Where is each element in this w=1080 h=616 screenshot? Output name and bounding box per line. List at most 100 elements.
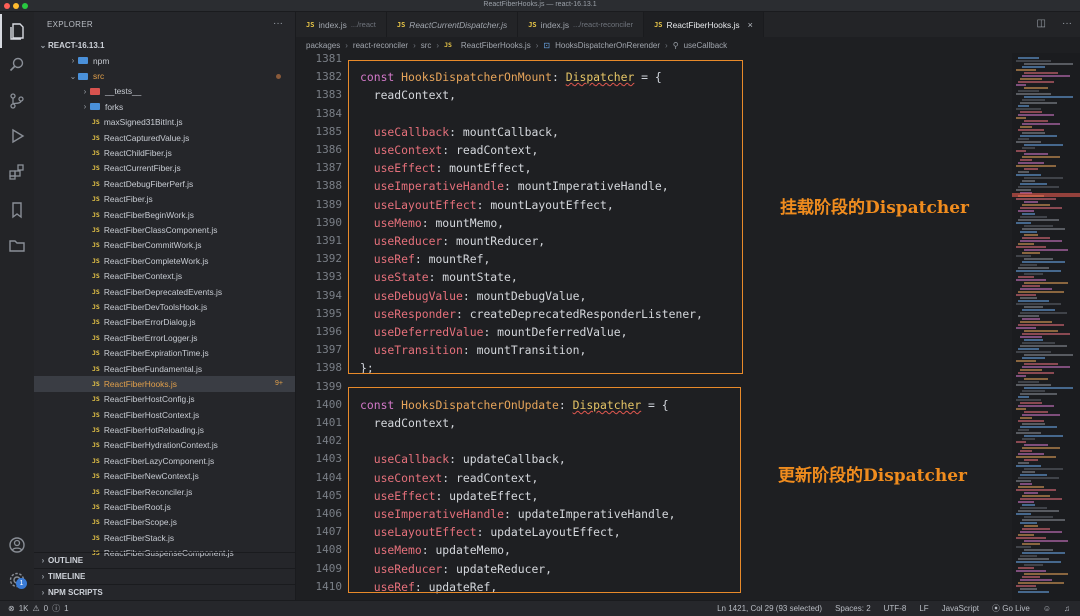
- wrench-icon: ⚲: [672, 40, 679, 50]
- tree-item-label: ReactChildFiber.js: [103, 148, 172, 159]
- minimap-line: [1022, 543, 1040, 545]
- language-mode[interactable]: JavaScript: [942, 604, 979, 613]
- line-number: 1395: [315, 306, 343, 320]
- npm-scripts-section[interactable]: › NPM SCRIPTS: [34, 584, 296, 600]
- tab-react-current-dispatcher[interactable]: JS ReactCurrentDispatcher.js: [387, 12, 519, 37]
- minimap-line: [1016, 279, 1046, 281]
- tree-file[interactable]: JS ReactFiberBeginWork.js: [34, 207, 295, 222]
- tree-folder[interactable]: › forks: [34, 99, 295, 114]
- tree-item-label: ReactFiberHostContext.js: [103, 409, 200, 420]
- notifications-bell-icon[interactable]: ♫: [1064, 604, 1070, 613]
- cursor-position[interactable]: Ln 1421, Col 29 (93 selected): [717, 604, 822, 613]
- minimap-line: [1020, 231, 1037, 233]
- more-actions-icon[interactable]: ···: [273, 18, 283, 29]
- tree-file[interactable]: JS ReactFiberDevToolsHook.js: [34, 299, 295, 314]
- timeline-section[interactable]: › TIMELINE: [34, 568, 296, 584]
- minimap-viewport[interactable]: [1012, 193, 1080, 197]
- tree-file[interactable]: JS ReactFiberCommitWork.js: [34, 238, 295, 253]
- code-editor[interactable]: 1410 useRef: updateRef, 1409 useReducer: …: [296, 53, 1012, 600]
- outline-section[interactable]: › OUTLINE: [34, 552, 296, 568]
- minimap-line: [1020, 507, 1047, 509]
- tree-file[interactable]: JS ReactChildFiber.js: [34, 145, 295, 160]
- minimap-line: [1018, 429, 1029, 431]
- tree-file[interactable]: JS ReactFiberLazyComponent.js: [34, 453, 295, 468]
- tab-index-react-reconciler[interactable]: JS index.js .../react-reconciler: [518, 12, 645, 37]
- search-icon[interactable]: [0, 48, 34, 82]
- breadcrumb-item[interactable]: ReactFiberHooks.js: [461, 41, 531, 50]
- split-editor-icon[interactable]: ◫: [1037, 18, 1046, 29]
- tree-file[interactable]: JS ReactFiberContext.js: [34, 268, 295, 283]
- tree-file[interactable]: JS ReactFiberHooks.js 9+: [34, 376, 295, 392]
- minimap-line: [1022, 180, 1035, 182]
- tree-item-label: ReactFiberLazyComponent.js: [103, 455, 215, 466]
- minimap-line: [1018, 420, 1044, 422]
- tree-file[interactable]: JS ReactCurrentFiber.js: [34, 161, 295, 176]
- tree-file[interactable]: JS ReactFiberHostConfig.js: [34, 392, 295, 407]
- tree-file[interactable]: JS maxSigned31BitInt.js: [34, 115, 295, 130]
- breadcrumb-item[interactable]: useCallback: [684, 41, 728, 50]
- more-actions-icon[interactable]: ···: [1062, 18, 1072, 29]
- tree-file[interactable]: JS ReactFiberHotReloading.js: [34, 422, 295, 437]
- problems-indicator[interactable]: ⊗ 1K ⚠ 0 ⓘ 1: [0, 603, 69, 614]
- indentation[interactable]: Spaces: 2: [835, 604, 871, 613]
- minimap-line: [1016, 456, 1056, 458]
- line-number: 1384: [315, 106, 343, 120]
- tree-folder[interactable]: › __tests__: [34, 84, 295, 99]
- files-icon[interactable]: [0, 14, 34, 48]
- line-number: 1401: [315, 416, 343, 429]
- tree-item-label: ReactFiberHotReloading.js: [103, 425, 204, 436]
- go-live-button[interactable]: ⦿ Go Live: [992, 603, 1030, 614]
- tree-file[interactable]: JS ReactFiberReconciler.js: [34, 484, 295, 499]
- minimap-line: [1022, 366, 1070, 368]
- folder-icon[interactable]: [0, 228, 34, 262]
- bookmark-icon[interactable]: [0, 193, 34, 227]
- tree-file[interactable]: JS ReactFiberHostContext.js: [34, 407, 295, 422]
- breadcrumb-item[interactable]: HooksDispatcherOnRerender: [555, 41, 660, 50]
- status-bar: ⊗ 1K ⚠ 0 ⓘ 1 Ln 1421, Col 29 (93 selecte…: [0, 600, 1080, 616]
- account-icon[interactable]: [0, 528, 34, 562]
- line-ending[interactable]: LF: [919, 604, 928, 613]
- run-debug-icon[interactable]: [0, 119, 34, 153]
- source-control-icon[interactable]: [0, 84, 34, 118]
- js-file-icon: JS: [92, 302, 100, 311]
- minimap-line: [1022, 261, 1065, 263]
- tree-file[interactable]: JS ReactFiberScope.js: [34, 515, 295, 530]
- tree-file[interactable]: JS ReactFiber.js: [34, 192, 295, 207]
- tab-react-fiber-hooks[interactable]: JS ReactFiberHooks.js ×: [644, 12, 764, 37]
- encoding[interactable]: UTF-8: [884, 604, 907, 613]
- tree-file[interactable]: JS ReactFiberFundamental.js: [34, 361, 295, 376]
- minimap-line: [1020, 345, 1067, 347]
- workspace-root[interactable]: ⌄ REACT-16.13.1: [34, 37, 295, 53]
- chevron-down-icon: ⌄: [39, 40, 47, 50]
- tree-file[interactable]: JS ReactFiberErrorLogger.js: [34, 330, 295, 345]
- minimap-line: [1016, 408, 1026, 410]
- tree-file[interactable]: JS ReactFiberHydrationContext.js: [34, 438, 295, 453]
- tree-folder[interactable]: › npm: [34, 53, 295, 68]
- tree-file[interactable]: JS ReactFiberNewContext.js: [34, 469, 295, 484]
- tab-index-react[interactable]: JS index.js .../react: [296, 12, 387, 37]
- feedback-icon[interactable]: ☺: [1043, 604, 1051, 613]
- tree-file[interactable]: JS ReactFiberStack.js: [34, 530, 295, 545]
- minimap-line: [1022, 504, 1035, 506]
- js-file-icon: JS: [92, 225, 100, 234]
- tree-file[interactable]: JS ReactFiberDeprecatedEvents.js: [34, 284, 295, 299]
- tree-file[interactable]: JS ReactFiberErrorDialog.js: [34, 315, 295, 330]
- minimap-line: [1016, 198, 1056, 200]
- tree-file[interactable]: JS ReactFiberClassComponent.js: [34, 222, 295, 237]
- tree-file[interactable]: JS ReactDebugFiberPerf.js: [34, 176, 295, 191]
- tree-file[interactable]: JS ReactFiberRoot.js: [34, 499, 295, 514]
- line-number: 1406: [315, 507, 343, 520]
- tree-file[interactable]: JS ReactFiberCompleteWork.js: [34, 253, 295, 268]
- breadcrumb-item[interactable]: packages: [306, 41, 340, 50]
- line-number: 1386: [315, 143, 343, 156]
- tree-file[interactable]: JS ReactCapturedValue.js: [34, 130, 295, 145]
- minimap[interactable]: [1012, 53, 1080, 600]
- close-icon[interactable]: ×: [748, 20, 753, 30]
- breadcrumb-item[interactable]: src: [421, 41, 432, 50]
- tree-file[interactable]: JS ReactFiberExpirationTime.js: [34, 345, 295, 360]
- tree-folder[interactable]: ⌄ src: [34, 68, 295, 83]
- extensions-icon[interactable]: [0, 155, 34, 189]
- breadcrumb-item[interactable]: react-reconciler: [353, 41, 408, 50]
- minimap-line: [1024, 525, 1038, 527]
- minimap-line: [1022, 576, 1040, 578]
